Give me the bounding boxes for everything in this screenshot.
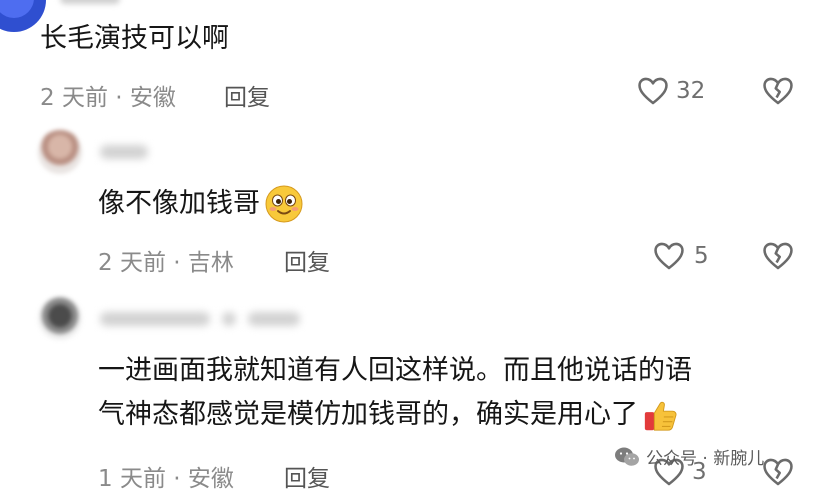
like-count: 32 xyxy=(676,78,706,104)
comment-text-line: 气神态都感觉是模仿加钱哥的，确实是用心了 xyxy=(98,399,638,430)
dislike-button[interactable] xyxy=(761,455,795,489)
like-button[interactable] xyxy=(652,239,686,273)
reply-button[interactable]: 回复 xyxy=(224,78,270,112)
meta-separator: · xyxy=(115,85,123,111)
thumbs-up-emoji-icon xyxy=(644,401,677,431)
username-blurred[interactable] xyxy=(60,0,120,4)
comment-time: 2 天前 xyxy=(98,250,166,276)
smile-emoji-icon xyxy=(265,185,303,223)
comment-meta: 2 天前 · 吉林 xyxy=(98,243,234,277)
like-button[interactable] xyxy=(636,74,670,108)
watermark-text: 公众号 · 新腕儿 xyxy=(646,449,765,469)
meta-separator: · xyxy=(173,466,181,492)
comment-meta: 1 天前 · 安徽 xyxy=(98,459,234,493)
comment-time: 2 天前 xyxy=(40,85,108,111)
username-blurred-part xyxy=(248,312,300,326)
broken-heart-icon xyxy=(763,242,793,270)
dislike-button[interactable] xyxy=(761,74,795,108)
comment-text-line: 一进画面我就知道有人回这样说。而且他说话的语 xyxy=(98,355,692,386)
comment-time: 1 天前 xyxy=(98,466,166,492)
reply-button[interactable]: 回复 xyxy=(284,243,330,277)
broken-heart-icon xyxy=(763,77,793,105)
watermark: 公众号 · 新腕儿 xyxy=(614,444,764,469)
comment-location: 吉林 xyxy=(187,250,234,276)
comment-location: 安徽 xyxy=(187,466,234,492)
wechat-icon xyxy=(615,447,639,466)
like-count: 5 xyxy=(694,243,709,269)
comment-text: 像不像加钱哥 xyxy=(98,188,260,219)
username-blurred-part xyxy=(222,312,236,326)
reply-button[interactable]: 回复 xyxy=(284,459,330,493)
meta-separator: · xyxy=(173,250,181,276)
username-blurred[interactable] xyxy=(100,312,210,326)
dislike-button[interactable] xyxy=(761,239,795,273)
comment-body: 像不像加钱哥 xyxy=(98,184,304,224)
avatar[interactable] xyxy=(38,130,82,174)
heart-icon xyxy=(638,77,668,105)
avatar[interactable] xyxy=(38,296,82,340)
comment-location: 安徽 xyxy=(129,85,176,111)
comment-text: 一进画面我就知道有人回这样说。而且他说话的语 气神态都感觉是模仿加钱哥的，确实是… xyxy=(98,352,808,434)
comment-text: 长毛演技可以啊 xyxy=(40,23,229,54)
comment-text-line-wrap: 气神态都感觉是模仿加钱哥的，确实是用心了 xyxy=(98,396,808,434)
username-blurred[interactable] xyxy=(100,145,148,159)
comment-meta: 2 天前 · 安徽 xyxy=(40,78,176,112)
heart-icon xyxy=(654,242,684,270)
broken-heart-icon xyxy=(763,458,793,486)
